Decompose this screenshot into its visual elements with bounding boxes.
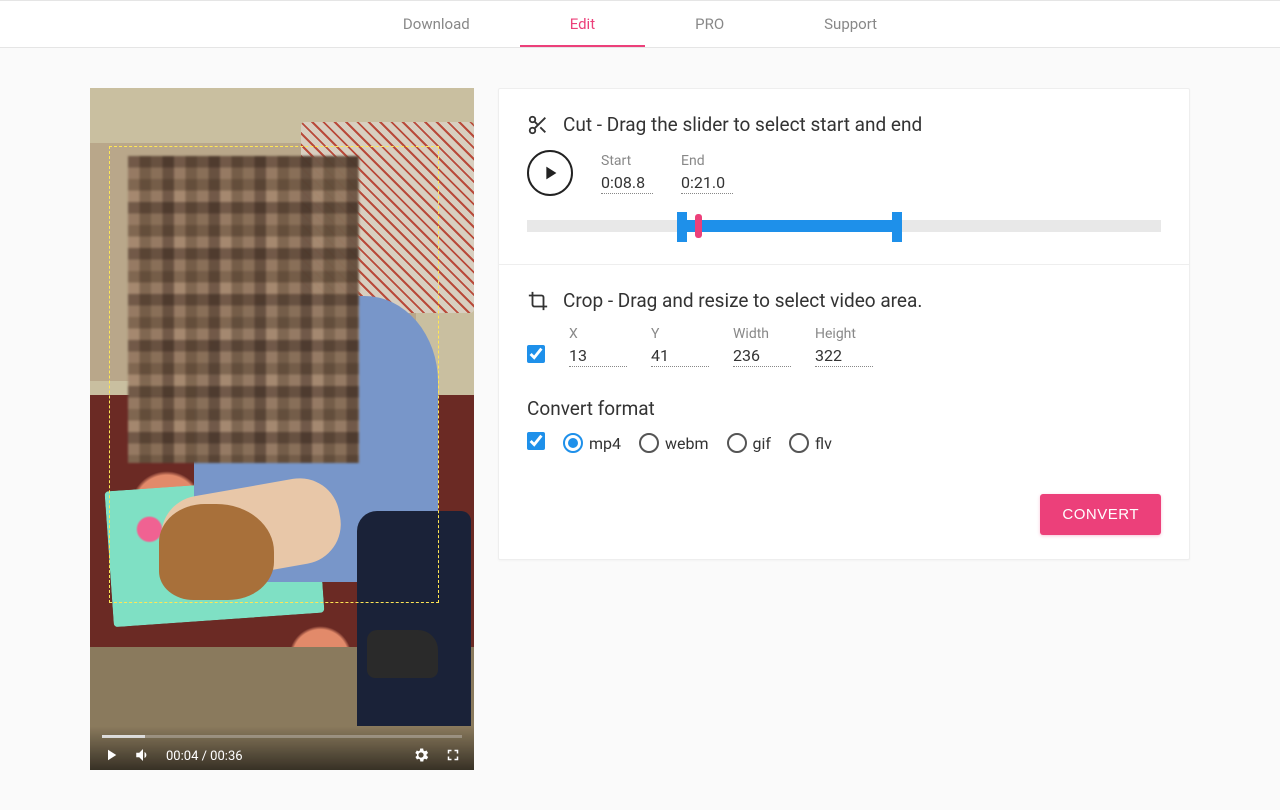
video-content — [90, 88, 474, 770]
radio-icon — [789, 433, 809, 453]
video-time: 00:04 / 00:36 — [166, 749, 243, 764]
format-label: mp4 — [589, 434, 621, 453]
start-label: Start — [601, 153, 653, 169]
crop-icon — [527, 290, 549, 312]
start-value[interactable]: 0:08.8 — [601, 173, 653, 194]
top-nav: Download Edit PRO Support — [0, 0, 1280, 48]
slider-playhead[interactable] — [695, 214, 702, 238]
end-label: End — [681, 153, 733, 169]
crop-heading: Crop - Drag and resize to select video a… — [527, 289, 1161, 312]
scissors-icon — [527, 114, 549, 136]
cut-heading: Cut - Drag the slider to select start an… — [527, 113, 1161, 136]
nav-download[interactable]: Download — [353, 1, 520, 47]
format-radio-webm[interactable]: webm — [639, 433, 709, 453]
video-preview-column: 00:04 / 00:36 — [90, 88, 474, 770]
settings-icon[interactable] — [412, 746, 430, 764]
play-preview-button[interactable] — [527, 150, 573, 196]
fullscreen-icon[interactable] — [444, 746, 462, 764]
format-radio-flv[interactable]: flv — [789, 433, 832, 453]
cut-slider[interactable] — [527, 214, 1161, 234]
nav-edit[interactable]: Edit — [520, 1, 645, 47]
width-value[interactable]: 236 — [733, 346, 791, 367]
video-preview[interactable]: 00:04 / 00:36 — [90, 88, 474, 770]
format-enable-checkbox[interactable] — [527, 432, 545, 450]
y-label: Y — [651, 326, 709, 342]
crop-enable-checkbox[interactable] — [527, 345, 545, 363]
height-value[interactable]: 322 — [815, 346, 873, 367]
slider-handle-start[interactable] — [677, 212, 687, 242]
x-value[interactable]: 13 — [569, 346, 627, 367]
format-label: gif — [753, 434, 771, 453]
convert-button[interactable]: CONVERT — [1040, 494, 1161, 535]
width-label: Width — [733, 326, 791, 342]
format-heading: Convert format — [527, 397, 1161, 420]
nav-pro[interactable]: PRO — [645, 1, 774, 47]
format-label: webm — [665, 434, 709, 453]
edit-panel: Cut - Drag the slider to select start an… — [498, 88, 1190, 560]
radio-icon — [563, 433, 583, 453]
format-label: flv — [815, 434, 832, 453]
cut-title-text: Cut - Drag the slider to select start an… — [563, 113, 922, 136]
divider — [499, 264, 1189, 265]
volume-icon[interactable] — [134, 746, 152, 764]
format-row: mp4 webm gif flv — [527, 432, 1161, 454]
radio-icon — [639, 433, 659, 453]
x-label: X — [569, 326, 627, 342]
format-radio-mp4[interactable]: mp4 — [563, 433, 621, 453]
slider-handle-end[interactable] — [892, 212, 902, 242]
nav-support[interactable]: Support — [774, 1, 927, 47]
format-radio-gif[interactable]: gif — [727, 433, 771, 453]
play-icon[interactable] — [102, 746, 120, 764]
y-value[interactable]: 41 — [651, 346, 709, 367]
video-controls: 00:04 / 00:36 — [90, 726, 474, 770]
crop-title-text: Crop - Drag and resize to select video a… — [563, 289, 922, 312]
end-value[interactable]: 0:21.0 — [681, 173, 733, 194]
slider-range[interactable] — [682, 220, 897, 232]
radio-icon — [727, 433, 747, 453]
height-label: Height — [815, 326, 873, 342]
